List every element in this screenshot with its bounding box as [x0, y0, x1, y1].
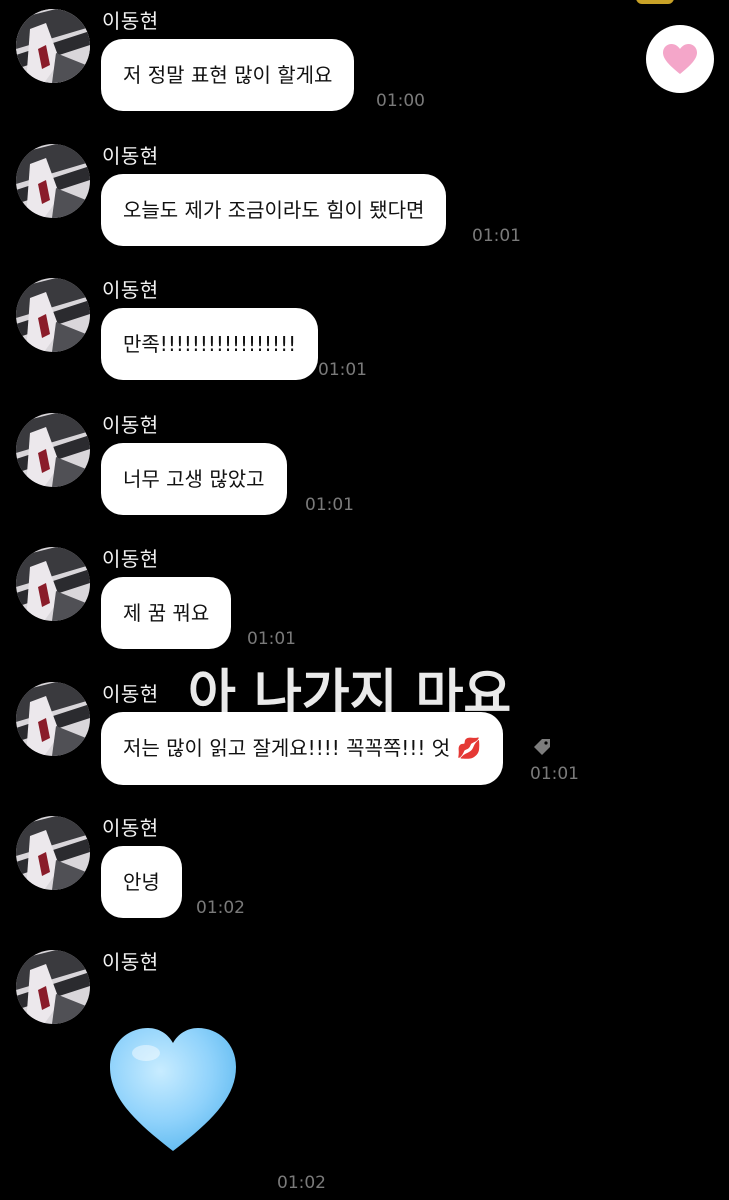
message-bubble[interactable]: 안녕	[101, 846, 182, 918]
sender-name: 이동현	[102, 9, 159, 33]
message-time: 01:01	[530, 764, 579, 784]
kiss-mark-icon: 💋	[456, 736, 482, 760]
message-bubble[interactable]: 만족!!!!!!!!!!!!!!!!!	[101, 308, 319, 380]
sender-name: 이동현	[102, 547, 159, 571]
sender-name: 이동현	[102, 413, 159, 437]
message-bubble[interactable]: 너무 고생 많았고	[101, 443, 287, 515]
sender-name: 이동현	[102, 144, 159, 168]
message-time: 01:02	[277, 1173, 326, 1193]
sender-name: 이동현	[102, 682, 159, 706]
message-time: 01:02	[196, 898, 245, 918]
message-time: 01:01	[247, 629, 296, 649]
message-text: 저는 많이 읽고 잘게요!!!! 꼭꼭쪽!!! 엇	[123, 736, 451, 760]
avatar[interactable]	[16, 547, 90, 621]
pink-heart-icon	[663, 44, 697, 74]
avatar[interactable]	[16, 278, 90, 352]
avatar[interactable]	[16, 9, 90, 83]
blue-heart-icon[interactable]	[108, 1025, 238, 1155]
message-time: 01:00	[376, 91, 425, 111]
message-time: 01:01	[472, 226, 521, 246]
top-corner-tab	[636, 0, 674, 4]
tag-icon	[534, 739, 550, 755]
avatar[interactable]	[16, 950, 90, 1024]
message-bubble[interactable]: 오늘도 제가 조금이라도 힘이 됐다면	[101, 174, 447, 246]
message-time: 01:01	[318, 360, 367, 380]
sender-name: 이동현	[102, 816, 159, 840]
message-bubble[interactable]: 저 정말 표현 많이 할게요	[101, 39, 355, 111]
avatar[interactable]	[16, 816, 90, 890]
reaction-button[interactable]	[646, 25, 714, 93]
message-time: 01:01	[305, 495, 354, 515]
sender-name: 이동현	[102, 278, 159, 302]
avatar[interactable]	[16, 682, 90, 756]
message-bubble[interactable]: 저는 많이 읽고 잘게요!!!! 꼭꼭쪽!!! 엇 💋	[101, 712, 504, 785]
message-bubble[interactable]: 제 꿈 꿔요	[101, 577, 232, 649]
sender-name: 이동현	[102, 950, 159, 974]
avatar[interactable]	[16, 144, 90, 218]
avatar[interactable]	[16, 413, 90, 487]
